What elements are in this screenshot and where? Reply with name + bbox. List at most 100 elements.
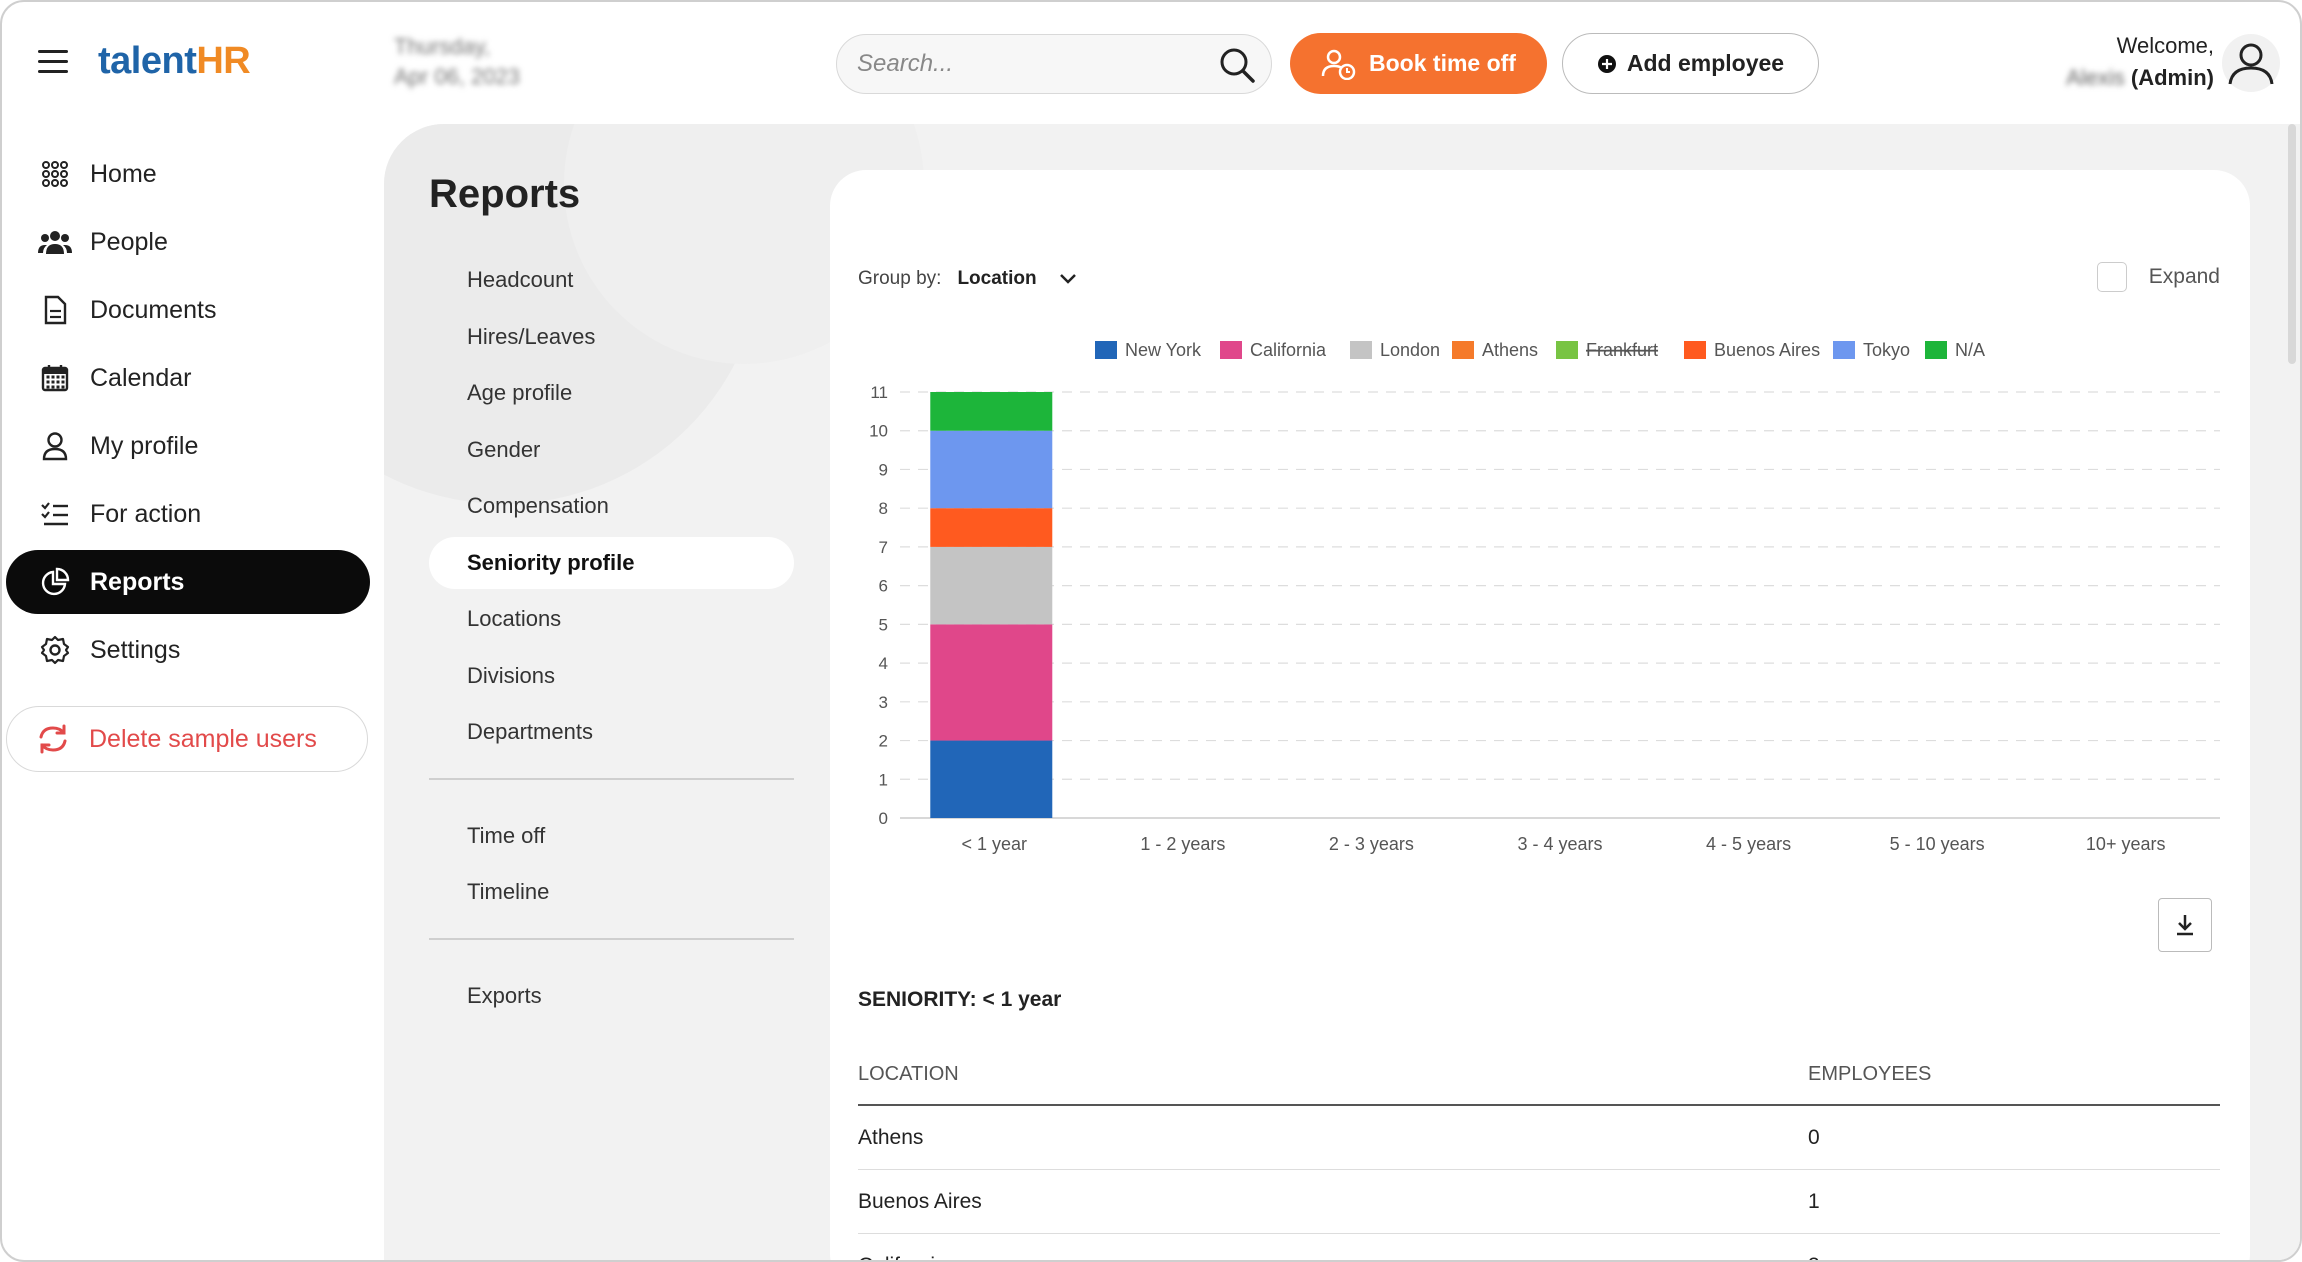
delete-sample-users-button[interactable]: Delete sample users [6,706,368,772]
sidebar-item-people[interactable]: People [6,210,370,274]
legend-swatch [1833,341,1855,359]
book-time-off-button[interactable]: Book time off [1290,33,1547,94]
avatar-icon[interactable] [2220,32,2282,94]
employees-cell: 0 [1808,1125,1820,1149]
legend-label: California [1250,340,1327,360]
x-tick-label: 4 - 5 years [1706,834,1791,854]
report-menu-seniority-profile[interactable]: Seniority profile [429,536,794,589]
sidebar-item-label: Settings [90,635,181,664]
report-menu-locations[interactable]: Locations [429,593,794,645]
bar-segment[interactable] [930,508,1053,547]
column-header[interactable]: LOCATION [858,1063,1808,1086]
app-window: talentHR Thursday, Apr 06, 2023 Book tim… [0,0,2302,1262]
legend-swatch [1220,341,1242,359]
expand-checkbox[interactable] [2096,262,2127,292]
menu-icon[interactable] [38,50,68,74]
legend-item[interactable]: California [1220,340,1327,360]
x-tick-label: 2 - 3 years [1329,834,1414,854]
seniority-chart: New York California London Athens Frankfurt B… [869,340,2220,854]
x-tick-label: 3 - 4 years [1517,834,1602,854]
chevron-down-icon [1059,274,1076,284]
legend-item[interactable]: Tokyo [1833,340,1910,360]
report-menu-departments[interactable]: Departments [429,706,794,758]
sidebar-item-calendar[interactable]: Calendar [6,346,370,410]
y-tick-label: 5 [879,615,888,634]
legend-label: Frankfurt [1586,340,1658,360]
legend-label: Buenos Aires [1714,340,1820,360]
x-tick-label: 5 - 10 years [1890,834,1985,854]
logo[interactable]: talentHR [98,40,251,83]
legend-label: Athens [1482,340,1538,360]
sync-icon [39,724,67,754]
bar-segment[interactable] [930,740,1053,818]
location-table: LOCATIONEMPLOYEES Athens 0 Buenos Aires 1 Cal… [858,1044,2220,1261]
report-menu-headcount[interactable]: Headcount [429,254,794,306]
y-tick-label: 7 [879,538,888,557]
legend-item[interactable]: N/A [1925,340,1985,360]
sidebar-item-my-profile[interactable]: My profile [6,414,370,478]
sidebar-item-label: My profile [90,431,199,460]
document-icon [38,293,72,327]
table-header: LOCATION EMPLOYEES [858,1044,2220,1106]
location-cell: California [858,1254,1808,1261]
table-row: California3 [858,1234,2220,1261]
report-menu-compensation[interactable]: Compensation [429,480,794,532]
reports-menu: Headcount Hires/Leaves Age profile Gender Co… [429,254,794,1026]
report-menu-age-profile[interactable]: Age profile [429,367,794,419]
y-tick-label: 2 [879,732,888,751]
report-menu-gender[interactable]: Gender [429,424,794,476]
legend-swatch [1925,341,1947,359]
search-input[interactable] [857,35,1187,92]
current-date: Thursday, Apr 06, 2023 [394,34,520,89]
download-button[interactable] [2158,898,2212,952]
legend-item[interactable]: Buenos Aires [1684,340,1820,360]
report-menu-time-off[interactable]: Time off [429,810,794,862]
legend-label: Tokyo [1863,340,1910,360]
sidebar-item-reports[interactable]: Reports [6,550,370,614]
x-tick-label: < 1 year [962,834,1028,854]
legend-swatch [1095,341,1117,359]
legend-swatch [1684,341,1706,359]
location-cell: Buenos Aires [858,1189,982,1213]
report-menu-exports[interactable]: Exports [429,970,794,1022]
sidebar-item-label: Documents [90,295,217,324]
y-tick-label: 0 [879,809,888,828]
report-menu-divisions[interactable]: Divisions [429,650,794,702]
sidebar-item-documents[interactable]: Documents [6,278,370,342]
sidebar-item-settings[interactable]: Settings [6,618,370,682]
add-employee-button[interactable]: Add employee [1562,33,1819,94]
sidebar-item-home[interactable]: Home [6,142,370,206]
y-tick-label: 4 [879,654,888,673]
y-tick-label: 11 [870,383,888,402]
sidebar-item-for-action[interactable]: For action [6,482,370,546]
legend-label: N/A [1955,340,1985,360]
legend-item[interactable]: Athens [1452,340,1538,360]
user-name: Alexis [2066,65,2125,90]
group-by: Group by: Location [858,268,1077,290]
sidebar-item-label: Home [90,159,157,188]
bar-segment[interactable] [930,430,1053,509]
seniority-heading: SENIORITY: < 1 year [858,988,1062,1011]
group-by-select[interactable]: Location [957,268,1076,290]
legend-item[interactable]: Frankfurt [1556,340,1658,360]
plus-circle-icon [1597,54,1616,73]
sidebar-item-label: People [90,227,168,256]
column-header[interactable]: EMPLOYEES [1808,1063,2220,1086]
welcome-text: Welcome, Alexis (Admin) [2066,33,2214,90]
bar-segment[interactable] [930,546,1053,625]
download-icon [2177,915,2193,936]
legend-swatch [1556,341,1578,359]
search-icon[interactable] [1217,45,1257,85]
bar-segment[interactable] [930,392,1053,431]
y-tick-label: 3 [879,693,888,712]
user-clock-icon [1321,49,1356,80]
sidebar-item-label: Reports [90,567,185,596]
legend-item[interactable]: New York [1095,340,1202,360]
report-menu-timeline[interactable]: Timeline [429,866,794,918]
legend-item[interactable]: London [1350,340,1440,360]
scrollbar[interactable] [2288,124,2296,364]
report-menu-hires-leaves[interactable]: Hires/Leaves [429,311,794,363]
sidebar-nav: Home People Documents Calendar My profile For… [6,142,370,686]
bar-segment[interactable] [930,624,1053,741]
sidebar-item-label: For action [90,499,202,528]
